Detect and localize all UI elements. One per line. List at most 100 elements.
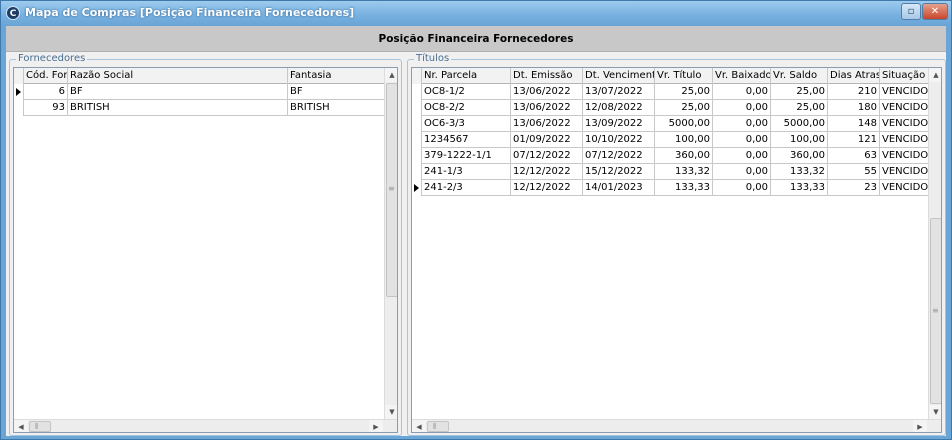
col-header-vr-baixados[interactable]: Vr. Baixados (713, 68, 771, 84)
cell-dt-vencimento[interactable]: 14/01/2023 (583, 180, 655, 196)
cell-vr-saldo[interactable]: 360,00 (771, 148, 828, 164)
titulos-grid[interactable]: Nr. Parcela Dt. Emissão Dt. Vencimento V… (411, 67, 942, 433)
titulo-row[interactable]: 241-1/3 12/12/2022 15/12/2022 133,32 0,00 133… (412, 164, 930, 180)
row-indicator[interactable] (412, 164, 422, 180)
cell-vr-saldo[interactable]: 133,32 (771, 164, 828, 180)
col-header-razao-social[interactable]: Razão Social (68, 68, 288, 84)
cell-nr-parcela[interactable]: 241-2/3 (422, 180, 511, 196)
cell-vr-baixados[interactable]: 0,00 (713, 180, 771, 196)
col-header-vr-titulo[interactable]: Vr. Título (655, 68, 713, 84)
col-header-dias-atraso[interactable]: Dias Atraso (828, 68, 880, 84)
col-header-situacao[interactable]: Situação (880, 68, 930, 84)
cell-vr-saldo[interactable]: 25,00 (771, 84, 828, 100)
cell-situacao[interactable]: VENCIDOS (880, 148, 930, 164)
cell-vr-saldo[interactable]: 5000,00 (771, 116, 828, 132)
titulo-row[interactable]: OC8-2/2 13/06/2022 12/08/2022 25,00 0,00 25,0… (412, 100, 930, 116)
fornecedores-vertical-scrollbar[interactable]: ▲ ≡ ▼ (384, 68, 397, 419)
scroll-thumb[interactable] (29, 421, 51, 432)
cell-nr-parcela[interactable]: 1234567 (422, 132, 511, 148)
scroll-left-arrow-icon[interactable]: ◀ (14, 420, 28, 432)
row-indicator[interactable] (412, 84, 422, 100)
cell-vr-saldo[interactable]: 25,00 (771, 100, 828, 116)
cell-vr-baixados[interactable]: 0,00 (713, 164, 771, 180)
fornecedor-row[interactable]: 6 BF BF (14, 84, 385, 100)
cell-dias-atraso[interactable]: 55 (828, 164, 880, 180)
titulos-horizontal-scrollbar[interactable]: ◀ ⦀ ▶ (412, 419, 941, 432)
cell-dt-emissao[interactable]: 13/06/2022 (511, 100, 583, 116)
col-header-codigo[interactable]: Cód. For. (24, 68, 68, 84)
col-header-dt-vencimento[interactable]: Dt. Vencimento (583, 68, 655, 84)
title-bar[interactable]: C Mapa de Compras [Posição Financeira Fo… (1, 1, 951, 25)
scroll-left-arrow-icon[interactable]: ◀ (412, 420, 426, 432)
cell-vr-titulo[interactable]: 133,32 (655, 164, 713, 180)
cell-situacao[interactable]: VENCIDOS (880, 132, 930, 148)
close-button[interactable]: ✕ (922, 3, 948, 20)
cell-nr-parcela[interactable]: 241-1/3 (422, 164, 511, 180)
cell-dias-atraso[interactable]: 121 (828, 132, 880, 148)
cell-dt-emissao[interactable]: 12/12/2022 (511, 180, 583, 196)
cell-nr-parcela[interactable]: 379-1222-1/1 (422, 148, 511, 164)
cell-vr-saldo[interactable]: 133,33 (771, 180, 828, 196)
cell-vr-baixados[interactable]: 0,00 (713, 148, 771, 164)
cell-dt-vencimento[interactable]: 12/08/2022 (583, 100, 655, 116)
scroll-right-arrow-icon[interactable]: ▶ (369, 420, 383, 432)
cell-situacao[interactable]: VENCIDOS (880, 84, 930, 100)
row-indicator[interactable] (412, 116, 422, 132)
scroll-down-arrow-icon[interactable]: ▼ (929, 405, 941, 419)
cell-vr-titulo[interactable]: 25,00 (655, 84, 713, 100)
col-header-nr-parcela[interactable]: Nr. Parcela (422, 68, 511, 84)
cell-dt-emissao[interactable]: 01/09/2022 (511, 132, 583, 148)
scroll-thumb[interactable] (427, 421, 449, 432)
cell-dias-atraso[interactable]: 63 (828, 148, 880, 164)
cell-situacao[interactable]: VENCIDOS (880, 180, 930, 196)
titulo-row[interactable]: OC6-3/3 13/06/2022 13/09/2022 5000,00 0,00 50… (412, 116, 930, 132)
cell-situacao[interactable]: VENCIDOS (880, 164, 930, 180)
cell-dt-vencimento[interactable]: 07/12/2022 (583, 148, 655, 164)
cell-vr-baixados[interactable]: 0,00 (713, 100, 771, 116)
cell-codigo[interactable]: 6 (24, 84, 68, 100)
scroll-right-arrow-icon[interactable]: ▶ (913, 420, 927, 432)
col-header-dt-emissao[interactable]: Dt. Emissão (511, 68, 583, 84)
cell-dias-atraso[interactable]: 180 (828, 100, 880, 116)
fornecedor-row[interactable]: 93 BRITISH BRITISH (14, 100, 385, 116)
cell-vr-titulo[interactable]: 100,00 (655, 132, 713, 148)
scroll-down-arrow-icon[interactable]: ▼ (385, 405, 397, 419)
cell-vr-titulo[interactable]: 360,00 (655, 148, 713, 164)
col-header-fantasia[interactable]: Fantasia (288, 68, 385, 84)
cell-vr-baixados[interactable]: 0,00 (713, 116, 771, 132)
cell-vr-titulo[interactable]: 133,33 (655, 180, 713, 196)
cell-vr-baixados[interactable]: 0,00 (713, 132, 771, 148)
row-indicator[interactable] (412, 132, 422, 148)
cell-dt-emissao[interactable]: 07/12/2022 (511, 148, 583, 164)
cell-dt-emissao[interactable]: 12/12/2022 (511, 164, 583, 180)
col-header-vr-saldo[interactable]: Vr. Saldo (771, 68, 828, 84)
cell-razao-social[interactable]: BRITISH (68, 100, 288, 116)
row-indicator[interactable] (412, 100, 422, 116)
restore-button[interactable]: ▫ (901, 3, 921, 20)
cell-fantasia[interactable]: BF (288, 84, 385, 100)
titulo-row[interactable]: 379-1222-1/1 07/12/2022 07/12/2022 360,00 0,… (412, 148, 930, 164)
cell-dt-vencimento[interactable]: 15/12/2022 (583, 164, 655, 180)
cell-dt-vencimento[interactable]: 10/10/2022 (583, 132, 655, 148)
cell-nr-parcela[interactable]: OC8-2/2 (422, 100, 511, 116)
row-indicator[interactable] (14, 100, 24, 116)
cell-vr-baixados[interactable]: 0,00 (713, 84, 771, 100)
row-indicator[interactable] (14, 84, 24, 100)
cell-vr-titulo[interactable]: 25,00 (655, 100, 713, 116)
fornecedores-horizontal-scrollbar[interactable]: ◀ ⦀ ▶ (14, 419, 397, 432)
titulo-row[interactable]: 1234567 01/09/2022 10/10/2022 100,00 0,00 100… (412, 132, 930, 148)
row-indicator[interactable] (412, 148, 422, 164)
titulo-row[interactable]: 241-2/3 12/12/2022 14/01/2023 133,33 0,00 133… (412, 180, 930, 196)
cell-vr-titulo[interactable]: 5000,00 (655, 116, 713, 132)
cell-codigo[interactable]: 93 (24, 100, 68, 116)
titulo-row[interactable]: OC8-1/2 13/06/2022 13/07/2022 25,00 0,00 25,0… (412, 84, 930, 100)
scroll-up-arrow-icon[interactable]: ▲ (385, 68, 397, 82)
cell-dt-vencimento[interactable]: 13/09/2022 (583, 116, 655, 132)
row-indicator[interactable] (412, 180, 422, 196)
cell-dt-emissao[interactable]: 13/06/2022 (511, 84, 583, 100)
cell-dias-atraso[interactable]: 23 (828, 180, 880, 196)
cell-fantasia[interactable]: BRITISH (288, 100, 385, 116)
cell-vr-saldo[interactable]: 100,00 (771, 132, 828, 148)
cell-situacao[interactable]: VENCIDOS (880, 116, 930, 132)
cell-dias-atraso[interactable]: 210 (828, 84, 880, 100)
